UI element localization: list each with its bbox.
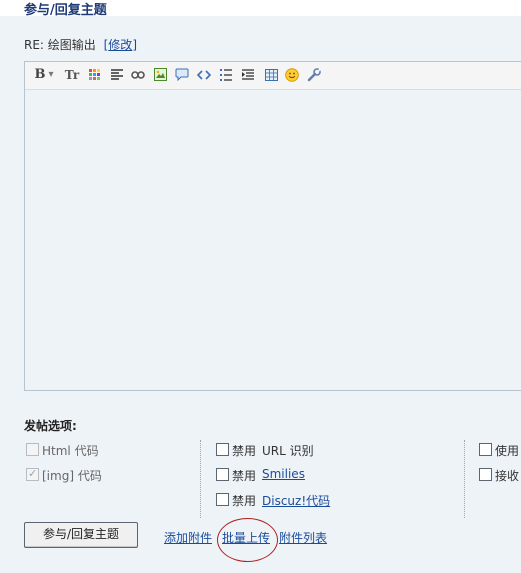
html-code-checkbox[interactable]	[26, 443, 39, 456]
discuz-code-link-wrap: Discuz!代码	[262, 492, 330, 509]
quote-icon[interactable]	[174, 67, 190, 83]
disable-url-checkbox[interactable]	[216, 443, 229, 456]
wrench-icon[interactable]	[306, 67, 322, 83]
annotation-circle	[217, 518, 278, 562]
message-textarea[interactable]	[25, 90, 521, 390]
image-icon[interactable]	[152, 67, 168, 83]
add-attachment-link[interactable]: 添加附件	[164, 529, 212, 546]
submit-reply-button[interactable]: 参与/回复主题	[24, 522, 138, 548]
smilies-link-wrap: Smilies	[262, 467, 305, 481]
smilies-link[interactable]: Smilies	[262, 467, 305, 481]
disable-discuz-code-checkbox[interactable]	[216, 493, 229, 506]
color-grid-icon[interactable]	[87, 67, 103, 83]
code-icon[interactable]	[196, 67, 212, 83]
img-code-checkbox[interactable]: ✓	[26, 467, 39, 481]
receive-option-label: 接收	[495, 469, 520, 483]
options-divider	[200, 440, 201, 518]
header-bar: 参与/回复主题	[0, 0, 521, 18]
editor-toolbar: B ▾ Tr	[25, 62, 521, 90]
html-code-label: Html 代码	[42, 444, 99, 458]
chevron-down-icon[interactable]: ▾	[47, 67, 55, 83]
font-size-button[interactable]: Tr	[63, 67, 81, 83]
disable-url-label: URL 识别	[262, 444, 314, 458]
bold-button[interactable]: B	[34, 67, 46, 83]
rich-text-editor: B ▾ Tr	[24, 61, 521, 391]
attachment-list-link[interactable]: 附件列表	[279, 529, 327, 546]
use-option-checkbox[interactable]	[479, 443, 492, 456]
disable-smilies-prefix: 禁用	[232, 469, 257, 483]
subject-text: RE: 绘图输出	[24, 38, 96, 52]
discuz-code-link[interactable]: Discuz!代码	[262, 494, 330, 508]
checkmark-icon: ✓	[28, 467, 38, 480]
smiley-icon[interactable]	[284, 67, 300, 83]
use-option-label: 使用	[495, 444, 520, 458]
disable-discuz-code-prefix: 禁用	[232, 494, 257, 508]
indent-icon[interactable]	[240, 67, 256, 83]
options-divider	[464, 440, 465, 518]
disable-smilies-checkbox[interactable]	[216, 468, 229, 481]
img-code-label: [img] 代码	[42, 469, 102, 483]
disable-url-prefix: 禁用	[232, 444, 257, 458]
link-icon[interactable]	[130, 67, 146, 83]
bracket-close: ]	[132, 38, 137, 52]
table-icon[interactable]	[263, 67, 279, 83]
receive-option-checkbox[interactable]	[479, 468, 492, 481]
post-options-title: 发帖选项:	[24, 419, 77, 433]
subject-line: RE: 绘图输出 [修改]	[24, 36, 137, 53]
ordered-list-icon[interactable]	[218, 67, 234, 83]
edit-subject-link[interactable]: 修改	[108, 38, 132, 52]
align-icon[interactable]	[109, 67, 125, 83]
